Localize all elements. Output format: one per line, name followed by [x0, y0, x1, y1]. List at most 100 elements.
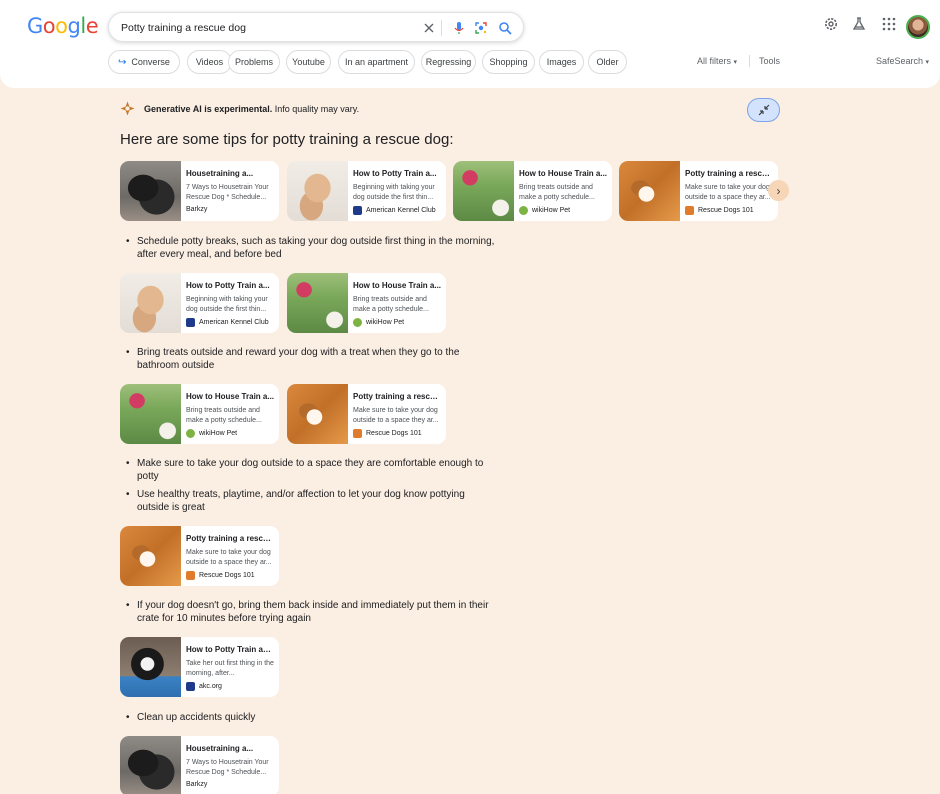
tip-text: If your dog doesn't go, bring them back … — [137, 600, 489, 624]
source-name: American Kennel Club — [366, 207, 436, 214]
dog-thumbnail — [619, 161, 680, 221]
chip-label: Videos — [195, 57, 224, 67]
chip-older[interactable]: Older — [588, 50, 627, 74]
safesearch-label: SafeSearch — [876, 56, 924, 66]
card-snippet: Take her out first thing in the morning,… — [186, 660, 274, 677]
tip-text: Schedule potty breaks, such as taking yo… — [137, 236, 495, 260]
chip-images[interactable]: Images — [539, 50, 584, 74]
card-source: Rescue Dogs 101 — [685, 206, 775, 215]
logo-letter: o — [42, 14, 56, 38]
tools-button[interactable]: Tools — [759, 56, 780, 66]
ai-sparkle-icon — [120, 101, 135, 116]
bullet-dot: • — [126, 600, 130, 611]
all-filters-button[interactable]: All filters ▾ — [697, 56, 737, 66]
dog-thumbnail — [287, 384, 348, 444]
chip-label: Problems — [234, 57, 273, 67]
logo-letter: o — [55, 14, 68, 38]
card-snippet: 7 Ways to Housetrain Your Rescue Dog * S… — [186, 759, 269, 776]
labs-flask-icon[interactable] — [851, 16, 867, 32]
card-source: wikiHow Pet — [519, 206, 609, 215]
clear-icon[interactable] — [421, 20, 437, 36]
search-icon[interactable] — [497, 20, 513, 36]
card-source: Barkzy — [186, 781, 276, 788]
card-snippet: Make sure to take your dog outside to a … — [186, 549, 272, 566]
source-card[interactable]: Potty training a rescu... Make sure to t… — [287, 384, 446, 444]
lens-icon[interactable] — [473, 20, 489, 36]
chip-label: Older — [596, 57, 619, 67]
apps-grid-icon[interactable] — [881, 16, 897, 32]
dog-thumbnail — [120, 637, 181, 697]
card-title: Potty training a rescu... — [685, 169, 773, 178]
collapse-arrows-icon — [758, 104, 769, 116]
source-card[interactable]: How to Potty Train an... Take her out fi… — [120, 637, 279, 697]
logo-letter: G — [27, 14, 43, 38]
rescue-dogs-favicon-icon — [685, 206, 694, 215]
source-name: Rescue Dogs 101 — [698, 207, 754, 214]
source-name: wikiHow Pet — [366, 319, 405, 326]
bullet-dot: • — [126, 489, 130, 500]
caret-down-icon: ▾ — [925, 59, 930, 66]
source-card[interactable]: How to House Train a... Bring treats out… — [287, 273, 446, 333]
account-avatar[interactable] — [906, 15, 930, 39]
tools-label: Tools — [759, 56, 781, 66]
card-title: How to House Train a... — [353, 281, 441, 290]
chip-converse[interactable]: ↪ Converse — [108, 50, 180, 74]
source-card[interactable]: How to House Train a... Bring treats out… — [120, 384, 279, 444]
source-card[interactable]: How to Potty Train a... Beginning with t… — [120, 273, 279, 333]
card-title: How to Potty Train an... — [186, 645, 274, 654]
rescue-dogs-favicon-icon — [353, 429, 362, 438]
safesearch-button[interactable]: SafeSearch ▾ — [876, 56, 929, 66]
microphone-icon[interactable] — [451, 20, 467, 36]
akc-favicon-icon — [353, 206, 362, 215]
source-card[interactable]: Housetraining a... 7 Ways to Housetrain … — [120, 161, 279, 221]
dog-thumbnail — [120, 526, 181, 586]
search-box[interactable] — [108, 12, 524, 42]
bullet-dot: • — [126, 236, 130, 247]
logo-letter: e — [85, 14, 99, 38]
card-title: How to House Train a... — [519, 169, 607, 178]
wikihow-favicon-icon — [186, 429, 195, 438]
gear-icon[interactable] — [823, 16, 839, 32]
search-input[interactable] — [121, 19, 411, 37]
collapse-overview-button[interactable] — [747, 98, 780, 122]
card-title: How to Potty Train a... — [186, 281, 270, 290]
dog-thumbnail — [120, 736, 181, 794]
card-source: American Kennel Club — [186, 318, 276, 327]
source-card[interactable]: How to Potty Train a... Beginning with t… — [287, 161, 446, 221]
tip-text: Use healthy treats, playtime, and/or aff… — [137, 489, 465, 513]
card-title: Housetraining a... — [186, 169, 254, 178]
chip-in-an-apartment[interactable]: In an apartment — [338, 50, 415, 74]
card-snippet: Bring treats outside and make a potty sc… — [519, 184, 595, 201]
dog-thumbnail — [120, 273, 181, 333]
chip-youtube[interactable]: Youtube — [286, 50, 331, 74]
ai-disclaimer: Generative AI is experimental. Info qual… — [144, 104, 359, 114]
tip-text: Bring treats outside and reward your dog… — [137, 347, 460, 371]
carousel-next-button[interactable]: › — [768, 180, 789, 201]
card-snippet: Bring treats outside and make a potty sc… — [353, 296, 429, 313]
card-title: Potty training a rescu... — [353, 392, 441, 401]
source-card[interactable]: Potty training a rescu... Make sure to t… — [619, 161, 778, 221]
source-name: Rescue Dogs 101 — [366, 430, 422, 437]
chip-regressing[interactable]: Regressing — [421, 50, 476, 74]
bullet-dot: • — [126, 347, 130, 358]
logo-letter: g — [67, 14, 81, 38]
ai-disclaimer-bold: Generative AI is experimental. — [144, 104, 273, 114]
bullet-dot: • — [126, 458, 130, 469]
source-card[interactable]: Housetraining a... 7 Ways to Housetrain … — [120, 736, 279, 794]
source-name: wikiHow Pet — [532, 207, 571, 214]
akc-favicon-icon — [186, 318, 195, 327]
google-logo[interactable]: Google — [27, 14, 99, 38]
card-snippet: Make sure to take your dog outside to a … — [353, 407, 439, 424]
source-card[interactable]: How to House Train a... Bring treats out… — [453, 161, 612, 221]
source-card[interactable]: Potty training a rescu... Make sure to t… — [120, 526, 279, 586]
chip-videos[interactable]: Videos — [187, 50, 232, 74]
source-name: Barkzy — [186, 781, 208, 788]
overview-heading: Here are some tips for potty training a … — [120, 131, 454, 148]
search-divider — [441, 20, 442, 36]
card-source: wikiHow Pet — [186, 429, 276, 438]
chip-problems[interactable]: Problems — [228, 50, 280, 74]
chip-shopping[interactable]: Shopping — [482, 50, 535, 74]
card-source: Rescue Dogs 101 — [353, 429, 443, 438]
card-snippet: Bring treats outside and make a potty sc… — [186, 407, 262, 424]
chip-label: Images — [546, 57, 577, 67]
